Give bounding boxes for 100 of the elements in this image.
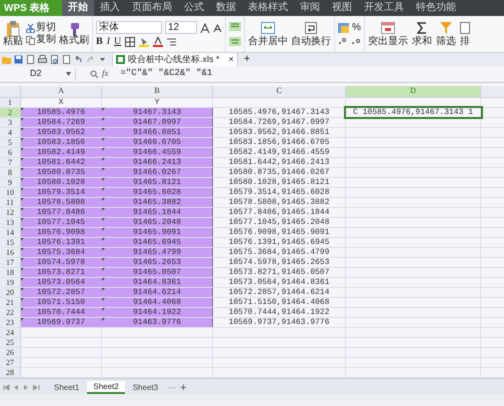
insert-function-button[interactable]: fx (102, 67, 108, 81)
row-header[interactable]: 7 (0, 158, 21, 167)
percent-button[interactable]: % (352, 23, 361, 33)
highlight-button[interactable]: 突出显示 (368, 22, 408, 46)
sort-icon[interactable] (460, 22, 470, 34)
name-box[interactable]: D2 (0, 68, 76, 80)
menu-tab[interactable]: 公式 (178, 0, 210, 16)
more-sheets-button[interactable]: ··· (166, 381, 178, 394)
menu-tab[interactable]: 开发工具 (358, 0, 410, 16)
borders-icon[interactable] (125, 37, 136, 47)
font-size-field[interactable]: 12 (165, 21, 197, 34)
copy-icon[interactable] (26, 36, 35, 44)
align-top-icon[interactable] (229, 22, 241, 31)
app-menu-button[interactable]: WPS 表格 (0, 0, 62, 16)
increase-decimal-icon[interactable] (338, 37, 348, 45)
column-header[interactable]: A (21, 86, 102, 97)
row-header[interactable]: 4 (0, 128, 21, 137)
document-icon[interactable] (26, 55, 35, 64)
paste-button[interactable]: 粘贴 (3, 21, 23, 47)
row-header[interactable]: 18 (0, 268, 21, 277)
sheet-tab[interactable]: Sheet1 (48, 381, 86, 394)
bold-button[interactable]: B (96, 37, 103, 47)
undo-icon[interactable] (74, 55, 83, 64)
row-header[interactable]: 16 (0, 248, 21, 257)
underline-button[interactable]: U (114, 37, 122, 47)
row-header[interactable]: 25 (0, 338, 21, 347)
spreadsheet-file-icon[interactable] (116, 55, 125, 64)
font-color-icon[interactable] (153, 37, 164, 47)
row-header[interactable]: 2 (0, 108, 21, 117)
column-header[interactable]: B (102, 86, 213, 97)
row-header[interactable]: 1 (0, 98, 21, 107)
row-header[interactable]: 8 (0, 168, 21, 177)
decrease-decimal-icon[interactable] (351, 37, 361, 45)
row-header[interactable]: 14 (0, 228, 21, 237)
printer-icon[interactable] (38, 55, 47, 64)
wrap-text-icon[interactable] (305, 22, 317, 34)
merge-cells-icon[interactable] (261, 22, 275, 34)
dropdown-icon[interactable] (66, 72, 71, 76)
row-header[interactable]: 13 (0, 218, 21, 227)
increase-font-icon[interactable] (200, 22, 210, 32)
next-sheet-icon[interactable] (23, 384, 30, 391)
row-header[interactable]: 19 (0, 278, 21, 287)
scissors-icon[interactable] (26, 24, 35, 32)
merge-center-button[interactable]: 合并居中 (248, 22, 288, 46)
italic-button[interactable]: I (106, 37, 110, 47)
row-header[interactable]: 5 (0, 138, 21, 147)
close-tab-icon[interactable]: × (228, 52, 234, 66)
filter-button[interactable]: 筛选 (436, 22, 456, 46)
menu-tab[interactable]: 插入 (94, 0, 126, 16)
copy-button[interactable]: 复制 (26, 35, 56, 45)
brush-icon[interactable] (68, 22, 80, 36)
row-header[interactable]: 3 (0, 118, 21, 127)
row-header[interactable]: 11 (0, 198, 21, 207)
row-header[interactable]: 23 (0, 318, 21, 327)
menu-tab[interactable]: 特色功能 (410, 0, 462, 16)
sigma-icon[interactable] (417, 22, 427, 34)
save-icon[interactable] (14, 55, 23, 64)
row-header[interactable]: 17 (0, 258, 21, 267)
row-header[interactable]: 9 (0, 178, 21, 187)
wrap-text-button[interactable]: 自动换行 (291, 22, 331, 46)
row-header[interactable]: 15 (0, 238, 21, 247)
menu-tab[interactable]: 审阅 (294, 0, 326, 16)
menu-tab[interactable]: 视图 (326, 0, 358, 16)
menu-tab[interactable]: 页面布局 (126, 0, 178, 16)
menu-tab[interactable]: 表格样式 (242, 0, 294, 16)
row-header[interactable]: 6 (0, 148, 21, 157)
formula-field[interactable]: ="C"&" "&C2&" "&1 (120, 67, 212, 81)
menu-tab[interactable]: 开始 (62, 0, 94, 16)
clipboard-icon[interactable] (6, 21, 20, 37)
page-icon[interactable] (62, 55, 71, 64)
row-header[interactable]: 12 (0, 208, 21, 217)
row-header[interactable]: 20 (0, 288, 21, 297)
add-sheet-button[interactable]: + (180, 381, 187, 394)
fill-color-icon[interactable] (139, 37, 150, 47)
table-highlight-icon[interactable] (381, 22, 395, 34)
menu-tab[interactable]: 数据 (210, 0, 242, 16)
format-painter-button[interactable]: 格式刷 (59, 22, 89, 46)
row-header[interactable]: 26 (0, 348, 21, 357)
row-header[interactable]: 10 (0, 188, 21, 197)
row-header[interactable]: 21 (0, 298, 21, 307)
row-header[interactable]: 22 (0, 308, 21, 317)
font-name-field[interactable]: 宋体 (96, 21, 162, 34)
document-tab[interactable]: 咬合桩中心线坐标.xls * × (112, 53, 238, 66)
row-header[interactable]: 27 (0, 358, 21, 367)
sheet-tab[interactable]: Sheet2 (87, 381, 125, 394)
align-center-icon[interactable] (229, 37, 241, 46)
last-sheet-icon[interactable] (33, 384, 40, 391)
sheet-tab[interactable]: Sheet3 (126, 381, 164, 394)
zoom-icon[interactable] (90, 70, 98, 78)
sum-button[interactable]: 求和 (412, 22, 432, 46)
column-header[interactable]: D (346, 86, 481, 97)
sort-button[interactable]: 排 (460, 22, 470, 46)
row-header[interactable]: 24 (0, 328, 21, 337)
new-tab-button[interactable]: + (244, 54, 250, 65)
prev-sheet-icon[interactable] (13, 384, 20, 391)
indent-icon[interactable] (167, 38, 176, 46)
first-sheet-icon[interactable] (3, 384, 10, 391)
cut-button[interactable]: 剪切 (26, 23, 56, 33)
row-header[interactable]: 28 (0, 368, 21, 377)
preview-icon[interactable] (50, 55, 59, 64)
